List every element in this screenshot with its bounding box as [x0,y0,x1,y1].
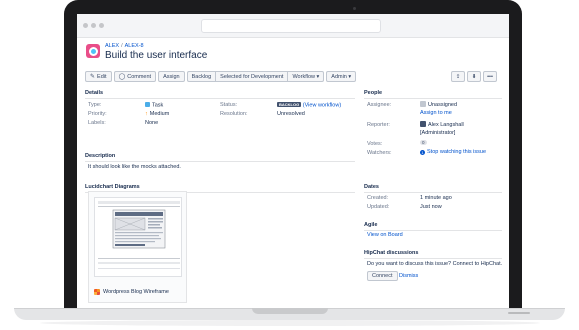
breadcrumb-issue-key[interactable]: ALEX-8 [125,43,144,49]
diagram-caption[interactable]: Wordpress Blog Wireframe [94,289,169,295]
updated-label: Updated: [367,204,390,210]
status-value: BACKLOG (View workflow) [277,102,341,109]
stop-watching-link[interactable]: Stop watching this issue [427,149,486,155]
breadcrumb: ALEX / ALEX-8 [105,43,144,49]
comment-button[interactable]: ◯ Comment [113,71,157,82]
share-icon: ⇪ [455,73,461,80]
hipchat-divider [364,258,502,259]
admin-dropdown[interactable]: Admin ▾ [326,71,357,82]
window-close-dot[interactable] [83,23,88,28]
created-value: 1 minute ago [420,195,452,201]
backlog-button[interactable]: Backlog [186,71,216,82]
right-tools: ⇪ ⬇ ••• [451,71,499,82]
dates-heading: Dates [364,184,379,190]
view-workflow-link[interactable]: (View workflow) [303,103,341,109]
browser-chrome [77,14,509,38]
lucidchart-heading: Lucidchart Diagrams [85,184,140,190]
laptop-notch [252,308,328,314]
status-badge: BACKLOG [277,102,302,107]
diagram-card[interactable]: Wordpress Blog Wireframe [88,191,187,303]
priority-label: Priority: [88,111,107,117]
diagram-name[interactable]: Wordpress Blog Wireframe [103,289,169,295]
address-bar[interactable] [201,19,381,33]
dismiss-link[interactable]: Dismiss [399,273,418,279]
people-heading: People [364,90,383,96]
window-minimize-dot[interactable] [91,23,96,28]
issue-view: ALEX / ALEX-8 Build the user interface ✎ Ed… [77,38,509,308]
labels-label: Labels: [88,120,106,126]
camera [353,7,356,10]
export-icon: ⬇ [471,73,477,80]
description-divider [85,161,355,162]
avatar [420,121,426,127]
issue-title: Build the user interface [105,50,208,61]
share-button[interactable]: ⇪ [451,71,465,82]
hipchat-prompt: Do you want to discuss this issue? Conne… [367,261,503,267]
votes-label: Votes: [367,141,383,147]
breadcrumb-project[interactable]: ALEX [105,43,119,49]
agile-divider [364,230,502,231]
laptop-frame: ALEX / ALEX-8 Build the user interface ✎ Ed… [0,0,579,330]
resolution-value: Unresolved [277,111,305,117]
lucidchart-icon [94,289,100,295]
labels-value: None [145,120,159,126]
assign-button[interactable]: Assign [158,71,185,82]
watchers-count-badge: 1 [420,149,425,155]
type-label: Type: [88,102,102,108]
updated-value: Just now [420,204,442,210]
connect-button[interactable]: Connect [367,271,398,281]
window-maximize-dot[interactable] [99,23,104,28]
status-label: Status: [220,102,238,108]
reporter-label: Reporter: [367,122,390,128]
reporter-value[interactable]: Alex Langshall [420,121,464,128]
description-text[interactable]: It should look like the mocks attached. [88,164,181,170]
export-button[interactable]: ⬇ [467,71,481,82]
selected-for-development-button[interactable]: Selected for Development [215,71,288,82]
view-on-board-link[interactable]: View on Board [367,232,403,238]
priority-value: ↑ Medium [145,111,170,117]
laptop-base-detail [508,312,530,314]
votes-count-badge: 0 [420,140,427,145]
task-icon [145,102,150,107]
diagram-thumbnail[interactable] [94,197,182,277]
details-heading: Details [85,90,104,96]
speech-bubble-icon: ◯ [118,74,126,80]
priority-up-arrow-icon: ↑ [145,111,148,117]
workflow-dropdown[interactable]: Workflow ▾ [287,71,325,82]
pencil-icon: ✎ [90,74,96,80]
watchers-value[interactable]: 11Stop watching this issue [420,149,486,155]
votes-value[interactable]: 0 [420,140,427,146]
agile-heading: Agile [364,222,378,228]
laptop-shadow [40,320,540,326]
created-label: Created: [367,195,389,201]
issue-toolbar: ✎ Edit ◯ Comment Assign Backlog Selected f… [85,71,358,82]
assignee-label: Assignee: [367,102,392,108]
assignee-value: Unassigned [420,101,457,108]
wireframe-preview-image [95,198,181,276]
type-value: Task [145,102,163,109]
watchers-label: Watchers: [367,150,392,156]
hipchat-heading: HipChat discussions [364,250,419,256]
edit-button[interactable]: ✎ Edit [85,71,112,82]
resolution-label: Resolution: [220,111,248,117]
details-divider [85,98,355,99]
project-avatar[interactable] [86,44,100,58]
assign-to-me-link[interactable]: Assign to me [420,110,452,116]
dates-divider [364,192,502,193]
chevron-down-icon: ▾ [346,73,352,80]
description-heading: Description [85,153,116,159]
reporter-role: [Administrator] [420,130,456,136]
chevron-down-icon: ▾ [314,73,320,80]
people-divider [364,98,502,99]
avatar [420,101,426,107]
more-actions-button[interactable]: ••• [483,71,497,82]
screen: ALEX / ALEX-8 Build the user interface ✎ Ed… [77,14,509,308]
